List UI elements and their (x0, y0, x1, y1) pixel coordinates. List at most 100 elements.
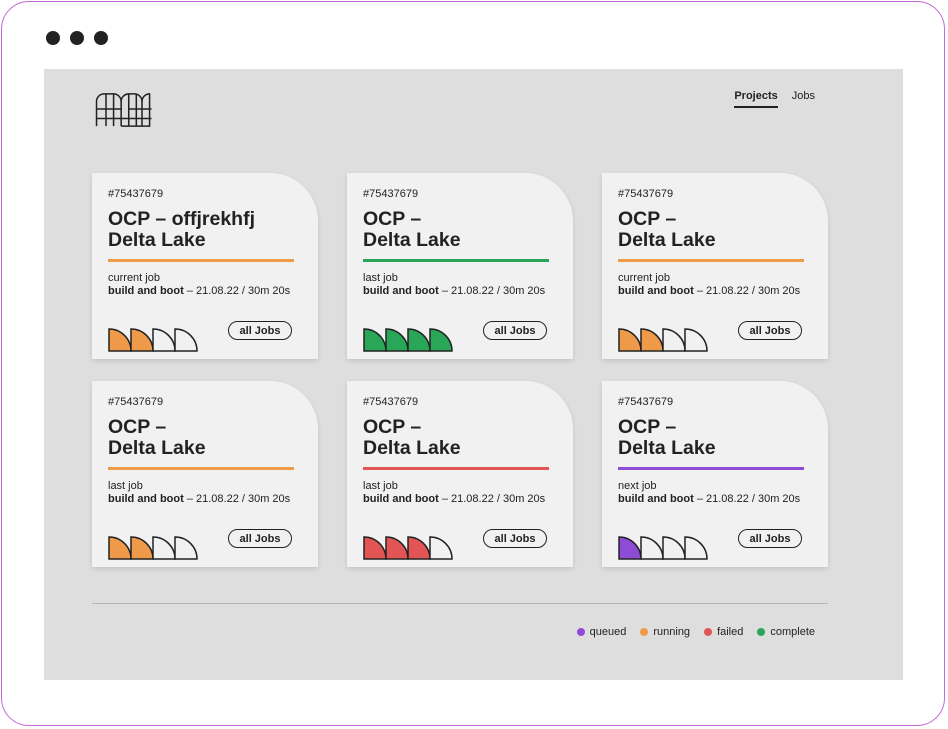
project-title-line: Delta Lake (108, 229, 206, 251)
project-title-line: Delta Lake (363, 229, 461, 251)
project-id: #75437679 (363, 396, 419, 408)
job-detail: build and boot – 21.08.22 / 30m 20s (363, 285, 545, 297)
status-line (618, 467, 804, 470)
window-dot-icon[interactable] (46, 31, 60, 45)
all-jobs-button[interactable]: all Jobs (228, 321, 292, 340)
job-detail: build and boot – 21.08.22 / 30m 20s (618, 493, 800, 505)
legend-label: queued (589, 626, 627, 638)
job-name: build and boot (618, 493, 694, 505)
window-dot-icon[interactable] (70, 31, 84, 45)
project-title: OCP – Delta Lake (363, 209, 553, 251)
project-title-line: OCP – (618, 208, 677, 230)
all-jobs-button[interactable]: all Jobs (738, 321, 802, 340)
window-dot-icon[interactable] (94, 31, 108, 45)
divider (92, 603, 828, 604)
project-title-line: OCP – (363, 208, 422, 230)
project-card[interactable]: #75437679 OCP – Delta Lake next job buil… (602, 381, 828, 567)
job-step-complete (385, 328, 409, 352)
project-card[interactable]: #75437679 OCP – Delta Lake last job buil… (347, 381, 573, 567)
job-step-empty (152, 536, 176, 560)
project-title: OCP – Delta Lake (618, 209, 808, 251)
project-title: OCP – offjrekhfj Delta Lake (108, 209, 298, 251)
legend-dot-icon (704, 628, 713, 636)
job-meta: – 21.08.22 / 30m 20s (438, 493, 546, 505)
project-id: #75437679 (108, 188, 164, 200)
job-step-empty (174, 328, 198, 352)
nav-projects[interactable]: Projects (734, 90, 778, 108)
job-step-empty (684, 536, 708, 560)
job-steps (618, 328, 708, 352)
project-title-line: Delta Lake (618, 437, 716, 459)
job-step-empty (684, 328, 708, 352)
app-canvas: Projects Jobs #75437679 OCP – offjrekhfj… (44, 69, 903, 680)
project-id: #75437679 (108, 396, 164, 408)
job-label: last job (108, 480, 143, 492)
job-name: build and boot (108, 493, 184, 505)
project-title-line: Delta Lake (618, 229, 716, 251)
top-nav: Projects Jobs (734, 90, 815, 108)
job-steps (618, 536, 708, 560)
all-jobs-button[interactable]: all Jobs (228, 529, 292, 548)
all-jobs-button[interactable]: all Jobs (738, 529, 802, 548)
job-name: build and boot (108, 285, 184, 297)
job-step-failed (407, 536, 431, 560)
all-jobs-button[interactable]: all Jobs (483, 321, 547, 340)
job-step-running (618, 328, 642, 352)
job-label: next job (618, 480, 657, 492)
job-meta: – 21.08.22 / 30m 20s (183, 285, 291, 297)
job-name: build and boot (363, 493, 439, 505)
job-step-running (130, 328, 154, 352)
legend-dot-icon (576, 628, 585, 636)
legend-item-complete: complete (757, 626, 815, 638)
job-meta: – 21.08.22 / 30m 20s (183, 493, 291, 505)
job-step-running (130, 536, 154, 560)
job-step-complete (429, 328, 453, 352)
status-line (618, 259, 804, 262)
legend-dot-icon (640, 628, 649, 636)
status-line (363, 259, 549, 262)
job-step-failed (385, 536, 409, 560)
project-card[interactable]: #75437679 OCP – Delta Lake last job buil… (92, 381, 318, 567)
project-card[interactable]: #75437679 OCP – offjrekhfj Delta Lake cu… (92, 173, 318, 359)
job-steps (363, 536, 453, 560)
project-id: #75437679 (618, 188, 674, 200)
project-title-line: Delta Lake (108, 437, 206, 459)
job-step-empty (640, 536, 664, 560)
job-step-running (108, 328, 132, 352)
job-step-running (108, 536, 132, 560)
job-step-running (640, 328, 664, 352)
job-step-failed (363, 536, 387, 560)
status-legend: queued running failed complete (576, 626, 815, 638)
legend-item-failed: failed (704, 626, 743, 638)
logo-icon[interactable] (94, 92, 154, 128)
job-meta: – 21.08.22 / 30m 20s (693, 493, 801, 505)
legend-item-queued: queued (576, 626, 627, 638)
job-step-empty (662, 328, 686, 352)
project-title: OCP – Delta Lake (363, 417, 553, 459)
project-title-line: Delta Lake (363, 437, 461, 459)
job-detail: build and boot – 21.08.22 / 30m 20s (363, 493, 545, 505)
project-title-line: OCP – offjrekhfj (108, 208, 256, 230)
project-id: #75437679 (618, 396, 674, 408)
project-title-line: OCP – (108, 416, 167, 438)
legend-dot-icon (757, 628, 766, 636)
window-controls (46, 31, 108, 45)
job-step-queued (618, 536, 642, 560)
legend-label: failed (717, 626, 744, 638)
job-meta: – 21.08.22 / 30m 20s (693, 285, 801, 297)
legend-label: complete (770, 626, 815, 638)
job-label: last job (363, 480, 398, 492)
status-line (108, 467, 294, 470)
job-step-empty (174, 536, 198, 560)
job-label: current job (618, 272, 670, 284)
all-jobs-button[interactable]: all Jobs (483, 529, 547, 548)
job-steps (363, 328, 453, 352)
nav-jobs[interactable]: Jobs (792, 90, 815, 108)
job-step-empty (662, 536, 686, 560)
project-card[interactable]: #75437679 OCP – Delta Lake current job b… (602, 173, 828, 359)
job-step-empty (152, 328, 176, 352)
job-detail: build and boot – 21.08.22 / 30m 20s (108, 285, 290, 297)
project-card[interactable]: #75437679 OCP – Delta Lake last job buil… (347, 173, 573, 359)
job-meta: – 21.08.22 / 30m 20s (438, 285, 546, 297)
project-title: OCP – Delta Lake (108, 417, 298, 459)
